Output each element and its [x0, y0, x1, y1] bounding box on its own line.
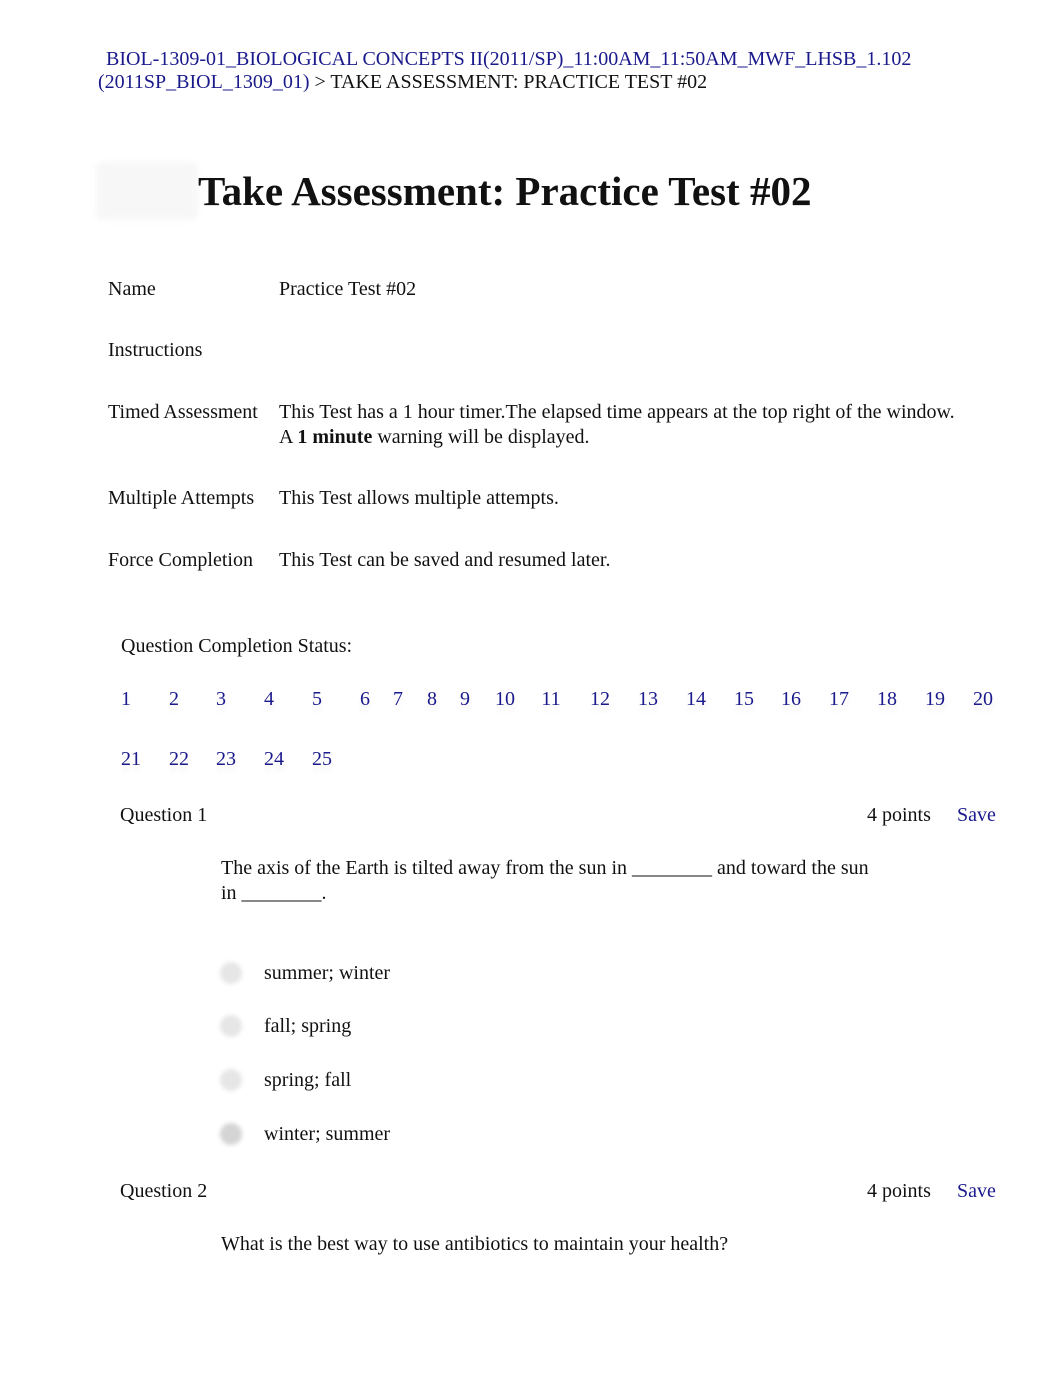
question-nav-link[interactable]: 13 — [638, 688, 658, 711]
question-1-title: Question 1 — [120, 804, 208, 826]
blurred-logo — [96, 162, 198, 220]
option-radio[interactable] — [220, 962, 242, 984]
question-nav-row: 21 22 23 24 25 — [0, 748, 1062, 772]
timed-assessment-warning: A 1 minute warning will be displayed. — [279, 426, 590, 449]
question-nav-link[interactable]: 7 — [393, 688, 403, 711]
option-label[interactable]: spring; fall — [264, 1069, 351, 1092]
breadcrumb-separator: > — [314, 71, 326, 93]
name-value: Practice Test #02 — [279, 278, 417, 300]
timed-assessment-label: Timed Assessment — [108, 401, 258, 423]
question-nav-link[interactable]: 8 — [427, 688, 437, 711]
question-1-points: 4 points — [867, 804, 931, 826]
question-nav-link[interactable]: 5 — [312, 688, 322, 711]
question-nav-link[interactable]: 1 — [121, 688, 131, 711]
breadcrumb-current: TAKE ASSESSMENT: PRACTICE TEST #02 — [330, 71, 708, 93]
question-nav-link[interactable]: 12 — [590, 688, 610, 711]
question-2-save-button[interactable]: Save — [957, 1180, 996, 1203]
instructions-label: Instructions — [108, 339, 203, 361]
question-nav-link[interactable]: 14 — [686, 688, 706, 711]
question-nav-link[interactable]: 24 — [264, 748, 284, 771]
option-label[interactable]: summer; winter — [264, 962, 390, 985]
breadcrumb: BIOL-1309-01_BIOLOGICAL CONCEPTS II(2011… — [98, 48, 978, 94]
question-1-text-cont: in ________. — [221, 882, 327, 904]
option-label[interactable]: winter; summer — [264, 1123, 390, 1146]
question-1-save-button[interactable]: Save — [957, 804, 996, 827]
question-nav-link[interactable]: 9 — [460, 688, 470, 711]
multiple-attempts-value: This Test allows multiple attempts. — [279, 487, 559, 509]
timed-assessment-value: This Test has a 1 hour timer.The elapsed… — [279, 401, 955, 423]
question-nav-link[interactable]: 10 — [495, 688, 515, 711]
force-completion-label: Force Completion — [108, 549, 253, 571]
question-nav-link[interactable]: 21 — [121, 748, 141, 771]
question-nav-link[interactable]: 18 — [877, 688, 897, 711]
question-nav-link[interactable]: 15 — [734, 688, 754, 711]
option-label[interactable]: fall; spring — [264, 1015, 351, 1038]
option-radio[interactable] — [220, 1123, 242, 1145]
page-title: Take Assessment: Practice Test #02 — [198, 168, 812, 214]
force-completion-value: This Test can be saved and resumed later… — [279, 549, 611, 571]
question-nav-link[interactable]: 3 — [216, 688, 226, 711]
warning-bold: 1 minute — [297, 426, 373, 448]
multiple-attempts-label: Multiple Attempts — [108, 487, 255, 509]
option-radio[interactable] — [220, 1015, 242, 1037]
question-1-text: The axis of the Earth is tilted away fro… — [221, 857, 869, 879]
question-nav-link[interactable]: 19 — [925, 688, 945, 711]
question-nav-link[interactable]: 23 — [216, 748, 236, 771]
question-nav-link[interactable]: 11 — [541, 688, 560, 711]
question-nav-link[interactable]: 25 — [312, 748, 332, 771]
question-nav-link[interactable]: 20 — [973, 688, 993, 711]
question-nav-link[interactable]: 2 — [169, 688, 179, 711]
warning-pre: A — [279, 426, 298, 448]
warning-post: warning will be displayed. — [372, 426, 590, 448]
question-nav-link[interactable]: 4 — [264, 688, 274, 711]
option-radio[interactable] — [220, 1069, 242, 1091]
question-2-points: 4 points — [867, 1180, 931, 1202]
question-nav-link[interactable]: 22 — [169, 748, 189, 771]
question-nav-link[interactable]: 17 — [829, 688, 849, 711]
name-label: Name — [108, 278, 156, 300]
question-nav-link[interactable]: 6 — [360, 688, 370, 711]
completion-status-label: Question Completion Status: — [121, 635, 353, 657]
question-2-text: What is the best way to use antibiotics … — [221, 1233, 729, 1255]
question-nav-row: 1 2 3 4 5 6 7 8 9 10 11 12 13 14 15 16 17 18 19 20 — [0, 688, 1062, 712]
question-nav-link[interactable]: 16 — [781, 688, 801, 711]
question-2-title: Question 2 — [120, 1180, 208, 1202]
